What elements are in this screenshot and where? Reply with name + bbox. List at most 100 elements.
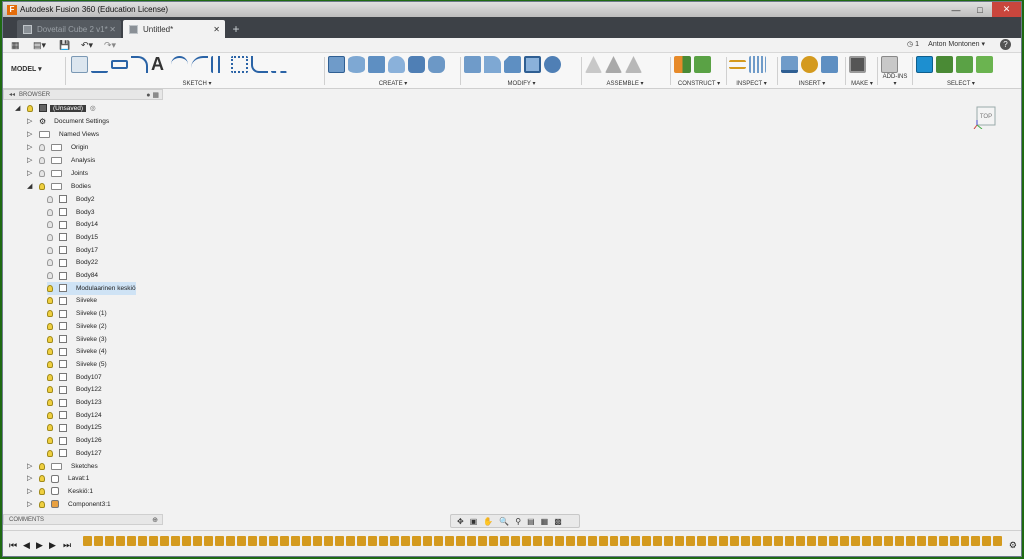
- visibility-bulb-icon[interactable]: [39, 182, 45, 190]
- timeline-feature-marker[interactable]: [104, 536, 114, 546]
- timeline-feature-strip[interactable]: [83, 536, 1003, 550]
- combine-icon[interactable]: [544, 56, 561, 73]
- visibility-bulb-icon[interactable]: [47, 348, 53, 356]
- construct-menu[interactable]: CONSTRUCT ▾: [674, 80, 724, 87]
- plane-at-angle-icon[interactable]: [694, 56, 711, 73]
- collapse-triangle-icon[interactable]: ◢: [15, 105, 21, 112]
- browser-item-body127[interactable]: Body127: [47, 447, 102, 460]
- timeline-feature-marker[interactable]: [466, 536, 476, 546]
- timeline-feature-marker[interactable]: [872, 536, 882, 546]
- timeline-feature-marker[interactable]: [510, 536, 520, 546]
- timeline-feature-marker[interactable]: [883, 536, 893, 546]
- expand-triangle-icon[interactable]: ▷: [27, 463, 33, 470]
- browser-item-component3-1[interactable]: ▷ Component3:1: [27, 498, 111, 511]
- new-tab-button[interactable]: +: [229, 22, 243, 36]
- viewports-icon[interactable]: ▩: [554, 517, 562, 526]
- timeline-feature-marker[interactable]: [291, 536, 301, 546]
- timeline-feature-marker[interactable]: [401, 536, 411, 546]
- timeline-feature-marker[interactable]: [565, 536, 575, 546]
- offset-plane-icon[interactable]: [674, 56, 691, 73]
- timeline-feature-marker[interactable]: [763, 536, 773, 546]
- timeline-feature-marker[interactable]: [148, 536, 158, 546]
- timeline-feature-marker[interactable]: [379, 536, 389, 546]
- visibility-bulb-icon[interactable]: [39, 143, 45, 151]
- visibility-bulb-icon[interactable]: [47, 449, 53, 457]
- timeline-feature-marker[interactable]: [675, 536, 685, 546]
- timeline-feature-marker[interactable]: [247, 536, 257, 546]
- select-menu[interactable]: SELECT ▾: [916, 80, 1006, 87]
- visibility-bulb-icon[interactable]: [47, 373, 53, 381]
- expand-triangle-icon[interactable]: ▷: [27, 131, 33, 138]
- expand-triangle-icon[interactable]: ▷: [27, 488, 33, 495]
- expand-triangle-icon[interactable]: ▷: [27, 475, 33, 482]
- browser-item-body107[interactable]: Body107: [47, 371, 102, 384]
- timeline-feature-marker[interactable]: [642, 536, 652, 546]
- browser-item-document-settings[interactable]: ▷ ⚙ Document Settings: [27, 115, 109, 128]
- browser-item-joints[interactable]: ▷ Joints: [27, 167, 88, 180]
- box-icon[interactable]: [368, 56, 385, 73]
- timeline-feature-marker[interactable]: [817, 536, 827, 546]
- timeline-feature-marker[interactable]: [686, 536, 696, 546]
- spline-icon[interactable]: [191, 56, 208, 73]
- window-select-icon[interactable]: [936, 56, 953, 73]
- blade-upper-left[interactable]: [283, 90, 444, 211]
- timeline-feature-marker[interactable]: [499, 536, 509, 546]
- timeline-play-icon[interactable]: ▶: [36, 540, 43, 551]
- browser-item-siiveke[interactable]: Siiveke: [47, 295, 97, 308]
- loft-icon[interactable]: [428, 56, 445, 73]
- connector-lower-left[interactable]: [410, 419, 474, 503]
- zoom-icon[interactable]: 🔍: [499, 517, 509, 526]
- timeline-start-icon[interactable]: ⏮: [9, 540, 17, 551]
- view-cube[interactable]: TOP: [973, 103, 999, 130]
- visibility-bulb-icon[interactable]: [47, 221, 53, 229]
- scripts-add-ins-icon[interactable]: [881, 56, 898, 73]
- timeline-feature-marker[interactable]: [258, 536, 268, 546]
- measure-icon[interactable]: [729, 60, 746, 69]
- timeline-feature-marker[interactable]: [949, 536, 959, 546]
- timeline-feature-marker[interactable]: [357, 536, 367, 546]
- timeline-feature-marker[interactable]: [839, 536, 849, 546]
- redo-icon[interactable]: ↷▾: [104, 40, 116, 51]
- timeline-feature-marker[interactable]: [115, 536, 125, 546]
- visibility-bulb-icon[interactable]: [27, 104, 33, 112]
- visibility-bulb-icon[interactable]: [39, 462, 45, 470]
- timeline-feature-marker[interactable]: [455, 536, 465, 546]
- browser-item-body123[interactable]: Body123: [47, 396, 102, 409]
- visibility-bulb-icon[interactable]: [47, 195, 53, 203]
- timeline-end-icon[interactable]: ⏭: [63, 540, 71, 551]
- insert-mesh-icon[interactable]: [821, 56, 838, 73]
- timeline-feature-marker[interactable]: [894, 536, 904, 546]
- offset-icon[interactable]: [251, 56, 268, 73]
- visibility-bulb-icon[interactable]: [39, 500, 45, 508]
- insert-derive-icon[interactable]: [781, 56, 798, 73]
- center-shaft[interactable]: [480, 345, 526, 391]
- pan-hand-icon[interactable]: ✋: [483, 517, 493, 526]
- visibility-bulb-icon[interactable]: [47, 310, 53, 318]
- extrude-icon[interactable]: [328, 56, 345, 73]
- timeline-feature-marker[interactable]: [543, 536, 553, 546]
- timeline-feature-marker[interactable]: [730, 536, 740, 546]
- timeline-feature-marker[interactable]: [708, 536, 718, 546]
- arc-icon[interactable]: [171, 56, 188, 73]
- browser-item-body124[interactable]: Body124: [47, 409, 102, 422]
- save-icon[interactable]: 💾: [59, 40, 70, 51]
- browser-item-body15[interactable]: Body15: [47, 231, 98, 244]
- root-component-label[interactable]: (Unsaved): [50, 104, 86, 112]
- line-icon[interactable]: [91, 56, 108, 73]
- comments-panel[interactable]: COMMENTS ⊕: [3, 514, 163, 525]
- browser-root[interactable]: ◢ (Unsaved) ◎: [15, 102, 96, 115]
- insert-mcmaster-icon[interactable]: [801, 56, 818, 73]
- timeline-feature-marker[interactable]: [368, 536, 378, 546]
- data-panel-grid-icon[interactable]: ▦: [11, 40, 20, 51]
- browser-item-body2[interactable]: Body2: [47, 193, 94, 206]
- timeline-feature-marker[interactable]: [993, 536, 1003, 546]
- orbit-icon[interactable]: ✥: [457, 517, 464, 526]
- browser-item-siiveke-2[interactable]: Siiveke (2): [47, 320, 107, 333]
- browser-item-keski-1[interactable]: ▷ Keskiö:1: [27, 485, 93, 498]
- browser-item-bodies[interactable]: ◢ Bodies: [27, 180, 91, 193]
- visibility-bulb-icon[interactable]: [47, 284, 53, 292]
- browser-collapse-icon[interactable]: ◂◂: [9, 91, 15, 98]
- browser-item-analysis[interactable]: ▷ Analysis: [27, 154, 95, 167]
- add-ins-menu[interactable]: ADD-INS ▾: [881, 74, 909, 87]
- timeline-feature-marker[interactable]: [971, 536, 981, 546]
